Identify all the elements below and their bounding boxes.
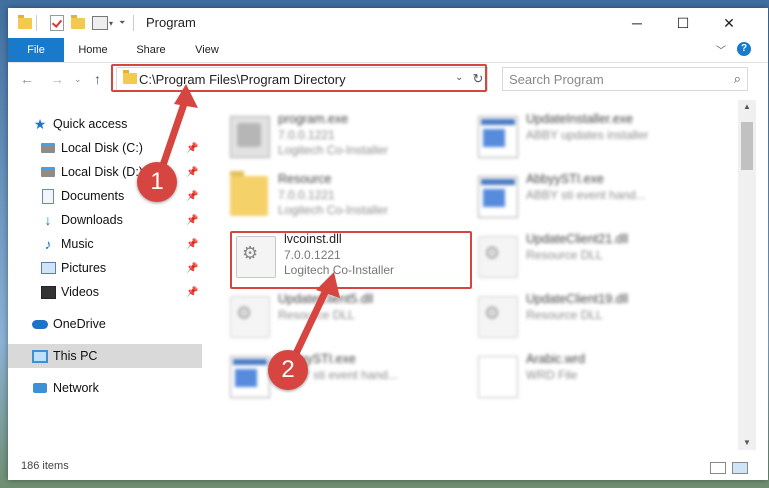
callout-step-1: 1 — [137, 162, 177, 202]
annotation-arrows — [156, 84, 340, 366]
callout-step-2: 2 — [268, 350, 308, 390]
arrow-1-head — [174, 84, 198, 108]
arrow-2-shaft — [288, 282, 332, 366]
